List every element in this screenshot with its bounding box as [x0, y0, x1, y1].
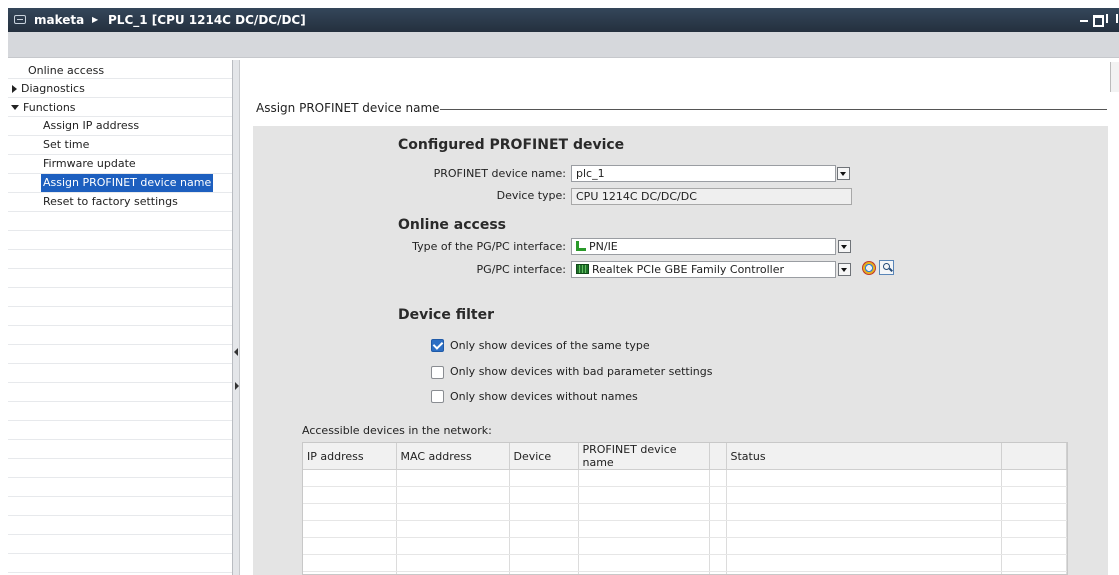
tree-item-set-time[interactable]: Set time: [43, 136, 89, 154]
tile-icon[interactable]: [1105, 12, 1118, 24]
pgpc-interface-combo[interactable]: Realtek PCIe GBE Family Controller: [571, 261, 836, 278]
filter-without-names-label: Only show devices without names: [450, 390, 638, 403]
device-type-label: Device type:: [496, 189, 566, 202]
table-row[interactable]: [303, 503, 1067, 521]
filter-bad-params-checkbox[interactable]: [431, 366, 444, 379]
chevron-down-icon[interactable]: [838, 263, 851, 276]
table-row[interactable]: [303, 554, 1067, 572]
window-controls: [1079, 12, 1118, 28]
online-access-heading: Online access: [398, 217, 507, 233]
chevron-down-icon[interactable]: [837, 167, 850, 180]
chevron-right-icon: ▶: [92, 15, 99, 24]
navigation-tree: Online access Diagnostics Functions Assi…: [8, 60, 233, 575]
section-divider: [440, 109, 1107, 110]
collapse-left-icon[interactable]: [234, 348, 238, 356]
accessible-devices-table[interactable]: IP address MAC address Device PROFINET d…: [302, 442, 1068, 575]
chevron-down-icon[interactable]: [838, 240, 851, 253]
column-header-device[interactable]: Device: [509, 443, 579, 470]
column-header-filler: [1001, 443, 1067, 470]
window-icon: [14, 15, 26, 24]
breadcrumb-device[interactable]: PLC_1 [CPU 1214C DC/DC/DC]: [108, 13, 306, 27]
pgpc-type-value: PN/IE: [589, 240, 618, 253]
device-name-combo[interactable]: plc_1: [571, 165, 836, 182]
tree-item-label: Functions: [23, 101, 76, 114]
network-card-icon: [576, 264, 589, 274]
tree-item-assign-profinet-device-name[interactable]: Assign PROFINET device name: [41, 174, 214, 192]
device-type-field: CPU 1214C DC/DC/DC: [571, 188, 852, 205]
pgpc-interface-label: PG/PC interface:: [476, 263, 566, 276]
table-row[interactable]: [303, 469, 1067, 487]
tree-item-online-access[interactable]: Online access: [28, 62, 104, 80]
collapse-icon[interactable]: [11, 105, 19, 110]
table-row[interactable]: [303, 520, 1067, 538]
breadcrumb-project[interactable]: maketa: [34, 13, 84, 27]
toolbar: [8, 32, 1119, 58]
minimize-icon[interactable]: [1079, 12, 1089, 24]
scrollbar[interactable]: [1110, 62, 1119, 92]
tree-item-firmware-update[interactable]: Firmware update: [43, 155, 136, 173]
column-header-blank: [709, 443, 727, 470]
table-row[interactable]: [303, 537, 1067, 555]
pane-splitter[interactable]: [233, 60, 240, 575]
table-row[interactable]: [303, 486, 1067, 504]
tree-item-assign-ip-address[interactable]: Assign IP address: [43, 117, 139, 135]
device-filter-heading: Device filter: [398, 307, 494, 323]
filter-without-names-checkbox[interactable]: [431, 390, 444, 403]
column-header-profinet-name[interactable]: PROFINET device name: [578, 443, 710, 470]
filter-same-type-label: Only show devices of the same type: [450, 339, 650, 352]
column-header-ip[interactable]: IP address: [303, 443, 397, 470]
tree-item-label: Diagnostics: [21, 82, 85, 95]
pn-ie-network-icon: [576, 241, 586, 251]
tree-item-reset-factory-settings[interactable]: Reset to factory settings: [43, 193, 178, 211]
restore-icon[interactable]: [1092, 12, 1104, 27]
online-status-icon[interactable]: [862, 261, 876, 275]
title-bar: maketa ▶ PLC_1 [CPU 1214C DC/DC/DC]: [8, 8, 1119, 32]
column-header-status[interactable]: Status: [726, 443, 1002, 470]
tree-item-diagnostics[interactable]: Diagnostics: [12, 80, 85, 98]
filter-same-type-checkbox[interactable]: [431, 339, 444, 352]
pgpc-type-combo[interactable]: PN/IE: [571, 238, 836, 255]
tree-item-functions[interactable]: Functions: [11, 99, 76, 117]
expand-icon[interactable]: [12, 85, 17, 93]
configured-device-heading: Configured PROFINET device: [398, 137, 625, 153]
table-row[interactable]: [303, 571, 1067, 574]
search-icon[interactable]: [879, 260, 894, 275]
expand-right-icon[interactable]: [235, 382, 239, 390]
pgpc-interface-value: Realtek PCIe GBE Family Controller: [592, 263, 785, 276]
pgpc-type-label: Type of the PG/PC interface:: [412, 240, 566, 253]
filter-bad-params-label: Only show devices with bad parameter set…: [450, 365, 713, 378]
table-caption: Accessible devices in the network:: [302, 424, 492, 437]
column-header-mac[interactable]: MAC address: [396, 443, 510, 470]
section-title: Assign PROFINET device name: [256, 101, 446, 115]
device-name-label: PROFINET device name:: [433, 167, 566, 180]
